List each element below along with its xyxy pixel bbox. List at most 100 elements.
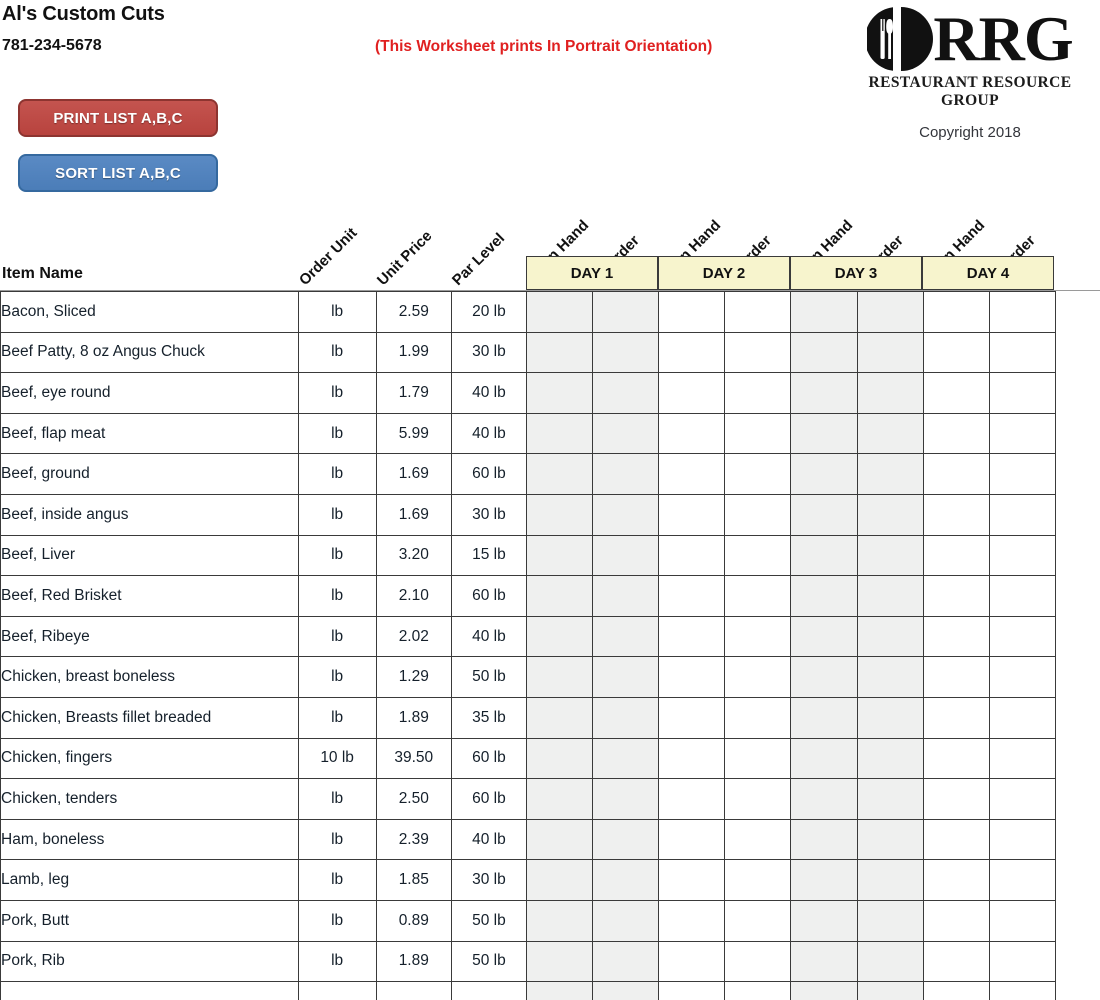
entry-cell-day1-order[interactable] <box>592 737 660 780</box>
cell-item[interactable]: Chicken, tenders <box>0 778 299 820</box>
cell-unit[interactable]: lb <box>297 534 377 577</box>
entry-cell-day3-order[interactable] <box>856 453 924 495</box>
cell-item[interactable]: Beef Patty, 8 oz Angus Chuck <box>0 331 299 374</box>
cell-par[interactable]: 50 lb <box>450 899 527 942</box>
entry-cell-day1-order[interactable] <box>592 818 660 861</box>
cell-unit[interactable]: lb <box>297 412 377 455</box>
cell-unit[interactable]: lb <box>297 331 377 374</box>
cell-par[interactable]: 60 lb <box>450 453 527 495</box>
cell-par[interactable]: 20 lb <box>450 291 527 333</box>
entry-cell-day2-on-hand[interactable] <box>658 737 726 780</box>
entry-cell-day4-on-hand[interactable] <box>922 818 990 861</box>
entry-cell-day4-on-hand[interactable] <box>922 493 990 536</box>
entry-cell-day1-order[interactable] <box>592 534 660 577</box>
entry-cell-day3-order[interactable] <box>856 534 924 577</box>
entry-cell-day4-on-hand[interactable] <box>922 372 990 414</box>
entry-cell-day1-order[interactable] <box>592 859 660 901</box>
entry-cell-day2-order[interactable] <box>724 696 792 739</box>
entry-cell-day2-on-hand[interactable] <box>658 818 726 861</box>
entry-cell-day2-on-hand[interactable] <box>658 778 726 820</box>
entry-cell-day1-order[interactable] <box>592 778 660 820</box>
entry-cell-day2-on-hand[interactable] <box>658 940 726 983</box>
cell-item[interactable]: Beef, flap meat <box>0 412 299 455</box>
cell-item[interactable]: Beef, Red Brisket <box>0 575 299 617</box>
entry-cell-day3-order[interactable] <box>856 696 924 739</box>
entry-cell-day4-order[interactable] <box>988 940 1057 983</box>
entry-cell-day4-order[interactable] <box>988 372 1057 414</box>
cell-unit[interactable]: lb <box>297 372 377 414</box>
entry-cell-day3-on-hand[interactable] <box>790 656 858 698</box>
cell-item[interactable] <box>0 981 299 1000</box>
entry-cell-day1-on-hand[interactable] <box>525 534 594 577</box>
entry-cell-day4-on-hand[interactable] <box>922 453 990 495</box>
entry-cell-day2-order[interactable] <box>724 331 792 374</box>
entry-cell-day1-on-hand[interactable] <box>525 818 594 861</box>
entry-cell-day4-order[interactable] <box>988 291 1057 333</box>
entry-cell-day1-on-hand[interactable] <box>525 859 594 901</box>
cell-item[interactable]: Chicken, breast boneless <box>0 656 299 698</box>
entry-cell-day4-order[interactable] <box>988 859 1057 901</box>
entry-cell-day3-on-hand[interactable] <box>790 940 858 983</box>
cell-unit[interactable]: lb <box>297 615 377 658</box>
entry-cell-day1-on-hand[interactable] <box>525 696 594 739</box>
entry-cell-day3-order[interactable] <box>856 575 924 617</box>
entry-cell-day2-order[interactable] <box>724 778 792 820</box>
cell-price[interactable]: 1.99 <box>375 331 452 374</box>
cell-par[interactable]: 15 lb <box>450 534 527 577</box>
entry-cell-day2-order[interactable] <box>724 412 792 455</box>
entry-cell-day1-order[interactable] <box>592 940 660 983</box>
entry-cell-day2-on-hand[interactable] <box>658 453 726 495</box>
cell-par[interactable]: 60 lb <box>450 575 527 617</box>
cell-par[interactable]: 50 lb <box>450 656 527 698</box>
entry-cell-day4-on-hand[interactable] <box>922 859 990 901</box>
entry-cell-day3-order[interactable] <box>856 778 924 820</box>
entry-cell-day1-order[interactable] <box>592 656 660 698</box>
entry-cell-day4-on-hand[interactable] <box>922 575 990 617</box>
cell-item[interactable]: Beef, Ribeye <box>0 615 299 658</box>
entry-cell-day3-on-hand[interactable] <box>790 696 858 739</box>
entry-cell-day3-order[interactable] <box>856 331 924 374</box>
cell-par[interactable]: 50 lb <box>450 940 527 983</box>
entry-cell-day4-on-hand[interactable] <box>922 737 990 780</box>
entry-cell-day3-on-hand[interactable] <box>790 981 858 1000</box>
entry-cell-day2-on-hand[interactable] <box>658 981 726 1000</box>
entry-cell-day1-order[interactable] <box>592 453 660 495</box>
entry-cell-day4-on-hand[interactable] <box>922 656 990 698</box>
entry-cell-day1-on-hand[interactable] <box>525 940 594 983</box>
entry-cell-day2-order[interactable] <box>724 453 792 495</box>
cell-price[interactable]: 1.29 <box>375 656 452 698</box>
cell-price[interactable]: 3.20 <box>375 534 452 577</box>
entry-cell-day3-on-hand[interactable] <box>790 575 858 617</box>
cell-par[interactable]: 35 lb <box>450 696 527 739</box>
cell-par[interactable]: 60 lb <box>450 737 527 780</box>
cell-unit[interactable]: lb <box>297 818 377 861</box>
entry-cell-day1-on-hand[interactable] <box>525 412 594 455</box>
cell-par[interactable]: 30 lb <box>450 859 527 901</box>
cell-unit[interactable]: lb <box>297 696 377 739</box>
entry-cell-day1-order[interactable] <box>592 696 660 739</box>
entry-cell-day4-on-hand[interactable] <box>922 331 990 374</box>
entry-cell-day4-order[interactable] <box>988 412 1057 455</box>
cell-unit[interactable]: lb <box>297 899 377 942</box>
entry-cell-day3-on-hand[interactable] <box>790 331 858 374</box>
entry-cell-day1-on-hand[interactable] <box>525 493 594 536</box>
entry-cell-day3-order[interactable] <box>856 372 924 414</box>
entry-cell-day3-on-hand[interactable] <box>790 778 858 820</box>
entry-cell-day3-on-hand[interactable] <box>790 859 858 901</box>
cell-item[interactable]: Bacon, Sliced <box>0 291 299 333</box>
cell-price[interactable]: 1.85 <box>375 859 452 901</box>
entry-cell-day4-order[interactable] <box>988 453 1057 495</box>
cell-price[interactable]: 1.89 <box>375 696 452 739</box>
entry-cell-day4-on-hand[interactable] <box>922 899 990 942</box>
cell-price[interactable]: 1.69 <box>375 493 452 536</box>
entry-cell-day2-on-hand[interactable] <box>658 412 726 455</box>
entry-cell-day3-on-hand[interactable] <box>790 453 858 495</box>
entry-cell-day2-order[interactable] <box>724 656 792 698</box>
entry-cell-day3-order[interactable] <box>856 818 924 861</box>
entry-cell-day4-order[interactable] <box>988 899 1057 942</box>
cell-price[interactable]: 2.10 <box>375 575 452 617</box>
cell-item[interactable]: Beef, ground <box>0 453 299 495</box>
entry-cell-day2-order[interactable] <box>724 899 792 942</box>
entry-cell-day2-order[interactable] <box>724 291 792 333</box>
entry-cell-day1-order[interactable] <box>592 575 660 617</box>
